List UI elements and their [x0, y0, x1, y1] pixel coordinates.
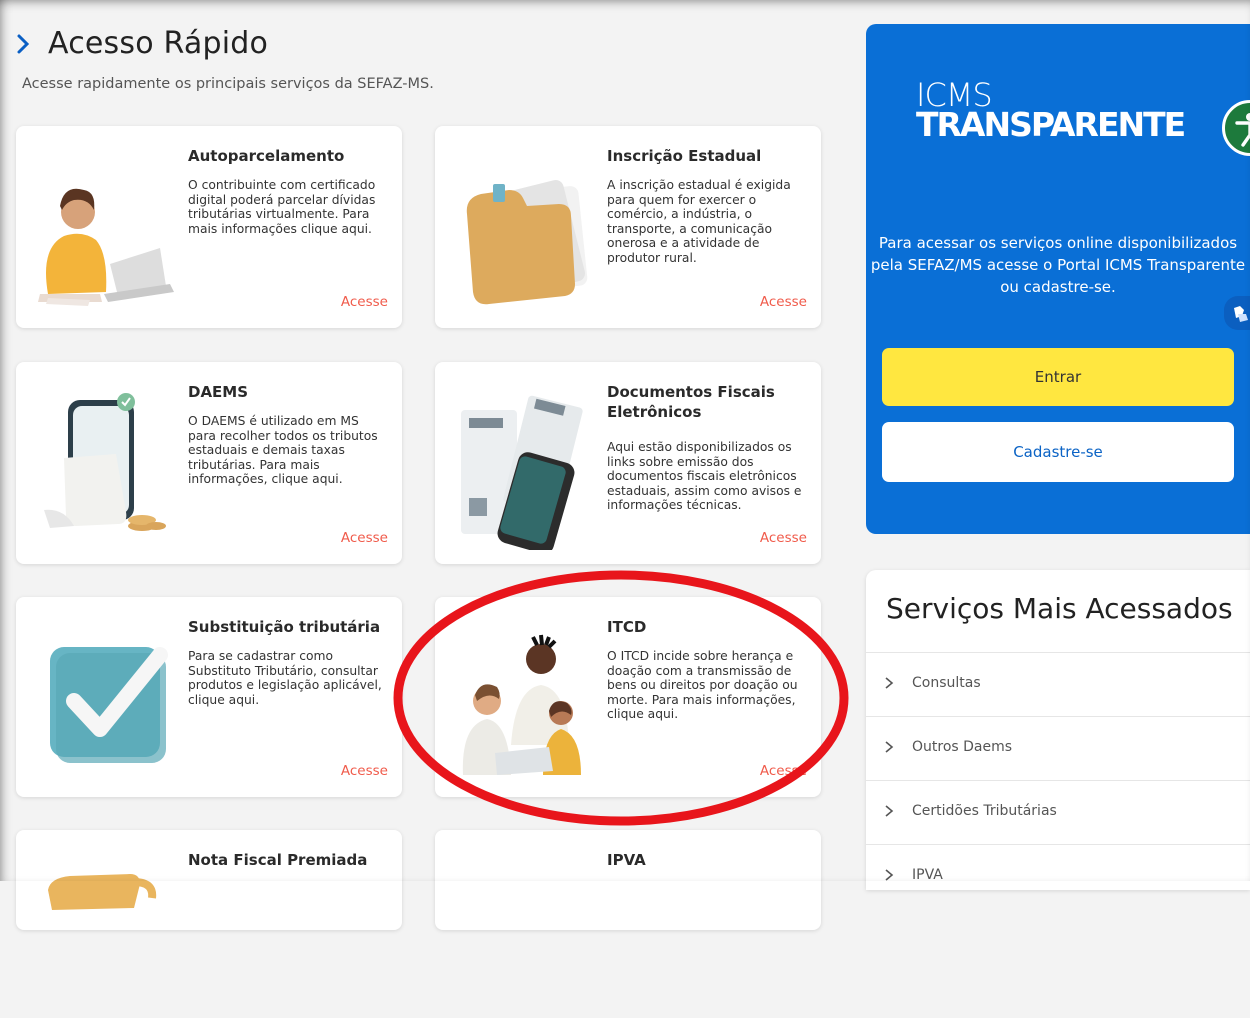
acesse-link[interactable]: Acesse: [760, 530, 807, 546]
card-inscricao-estadual[interactable]: Inscrição Estadual A inscrição estadual …: [435, 126, 821, 328]
card-title: Documentos Fiscais Eletrônicos: [607, 383, 775, 421]
card-description: O contribuinte com certificado digital p…: [188, 178, 376, 236]
cup-illustration: [48, 874, 157, 910]
acesse-link[interactable]: Acesse: [760, 763, 807, 779]
sign-language-icon[interactable]: [1224, 296, 1250, 330]
folder-documents-illustration: [466, 179, 588, 305]
card-description: Para se cadastrar como Substituto Tribut…: [188, 649, 382, 707]
card-description: A inscrição estadual é exigida para quem…: [607, 178, 791, 265]
card-description: Aqui estão disponibilizados os links sob…: [607, 440, 802, 513]
card-description: O DAEMS é utilizado em MS para recolher …: [188, 414, 378, 487]
icms-transparente-panel: ICMS TRANSPARENTE Para acessar os serviç…: [866, 24, 1250, 534]
service-item-outros-daems[interactable]: Outros Daems: [866, 716, 1250, 781]
checkmark-illustration: [50, 647, 168, 763]
card-ipva[interactable]: IPVA: [435, 830, 821, 930]
card-itcd[interactable]: ITCD O ITCD incide sobre herança e doaçã…: [435, 597, 821, 797]
phone-receipt-illustration: [44, 393, 166, 531]
card-daems[interactable]: DAEMS O DAEMS é utilizado em MS para rec…: [16, 362, 402, 564]
card-title: Nota Fiscal Premiada: [188, 851, 368, 869]
card-title: Autoparcelamento: [188, 147, 345, 165]
service-item-label: Certidões Tributárias: [912, 803, 1057, 819]
section-header: Acesso Rápido: [16, 26, 268, 61]
register-button[interactable]: Cadastre-se: [882, 422, 1234, 482]
chevron-right-icon: [884, 803, 894, 822]
icms-transparente-logo: ICMS TRANSPARENTE: [916, 76, 1186, 144]
card-title: IPVA: [607, 851, 646, 869]
card-autoparcelamento[interactable]: Autoparcelamento O contribuinte com cert…: [16, 126, 402, 328]
chevron-right-icon: [884, 867, 894, 886]
family-laptop-illustration: [462, 634, 581, 775]
card-title: DAEMS: [188, 383, 249, 401]
most-accessed-services: Serviços Mais Acessados Consultas Outros…: [866, 570, 1250, 890]
acesse-link[interactable]: Acesse: [341, 530, 388, 546]
service-item-certidoes[interactable]: Certidões Tributárias: [866, 780, 1250, 845]
chevron-right-icon: [884, 675, 894, 694]
card-substituicao-tributaria[interactable]: Substituição tributária Para se cadastra…: [16, 597, 402, 797]
chevron-right-icon: [884, 739, 894, 758]
card-title: Inscrição Estadual: [607, 147, 762, 165]
service-item-consultas[interactable]: Consultas: [866, 652, 1250, 717]
accessibility-icon[interactable]: [1222, 100, 1250, 156]
service-item-ipva[interactable]: IPVA: [866, 844, 1250, 909]
service-item-label: Consultas: [912, 675, 981, 691]
portal-description: Para acessar os serviços online disponib…: [870, 234, 1246, 296]
acesse-link[interactable]: Acesse: [341, 294, 388, 310]
card-title: Substituição tributária: [188, 618, 381, 636]
card-documentos-fiscais[interactable]: Documentos Fiscais Eletrônicos Aqui estã…: [435, 362, 821, 564]
login-button[interactable]: Entrar: [882, 348, 1234, 406]
person-laptop-illustration: [38, 188, 174, 306]
chevron-right-icon: [16, 27, 34, 61]
acesse-link[interactable]: Acesse: [760, 294, 807, 310]
page-title: Acesso Rápido: [48, 26, 269, 61]
invoices-phone-illustration: [461, 395, 583, 550]
card-title: ITCD: [607, 618, 647, 636]
card-description: O ITCD incide sobre herança e doação com…: [607, 649, 798, 722]
service-item-label: Outros Daems: [912, 739, 1013, 755]
page-subtitle: Acesse rapidamente os principais serviço…: [22, 76, 434, 92]
card-nota-fiscal-premiada[interactable]: Nota Fiscal Premiada: [16, 830, 402, 930]
services-title: Serviços Mais Acessados: [886, 592, 1233, 625]
acesse-link[interactable]: Acesse: [341, 763, 388, 779]
